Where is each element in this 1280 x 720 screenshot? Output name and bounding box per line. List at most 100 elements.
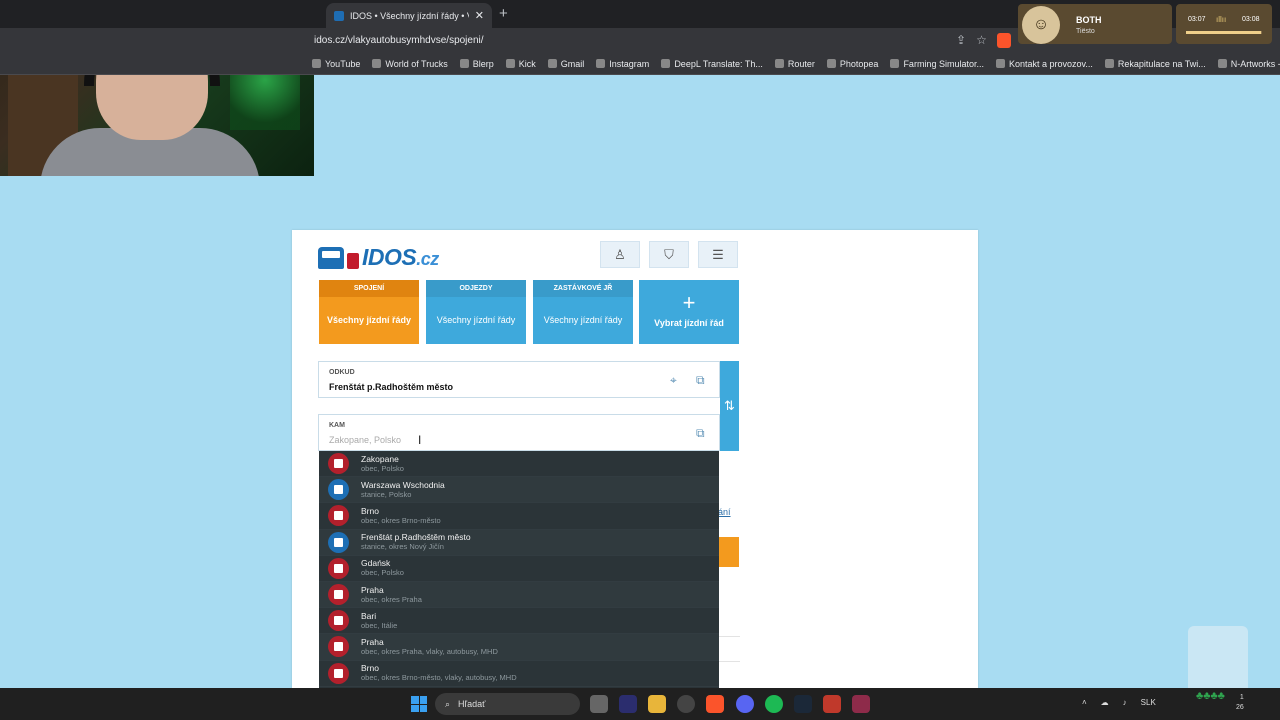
suggestion-item[interactable]: Frenštát p.Radhoštěm město stanice, okres… <box>319 529 719 556</box>
tile-body: Všechny jízdní řády <box>436 315 516 325</box>
bookmark-label: Gmail <box>560 58 585 69</box>
map-icon[interactable]: ⧉ <box>696 373 705 388</box>
bookmark-favicon-icon <box>890 59 900 68</box>
suggestion-text: Warszawa Wschodnia stanice, Polsko <box>361 480 445 500</box>
idos-favicon-icon <box>334 10 344 21</box>
menu-button[interactable]: ☰ <box>698 241 738 268</box>
mic-icon[interactable]: ♪ <box>1123 698 1127 707</box>
clock[interactable]: 1 26 <box>1236 693 1244 713</box>
idos-logo[interactable]: IDOS.cz <box>318 244 439 271</box>
swap-button[interactable]: ⇅ <box>720 361 739 451</box>
bookmark-item[interactable]: Instagram <box>596 59 649 69</box>
basket-icon: ⛉ <box>664 246 674 262</box>
search-placeholder: Hľadať <box>458 699 486 709</box>
city-icon <box>328 610 349 632</box>
suggestion-item[interactable]: Brno obec, okres Brno-město, vlaky, autob… <box>319 661 719 687</box>
city-icon <box>328 557 349 579</box>
suggestion-item[interactable]: Bari obec, Itálie <box>319 608 719 635</box>
suggestion-item[interactable]: Brno obec, okres Brno-město <box>319 503 719 530</box>
bookmark-item[interactable]: Rekapitulace na Twi... <box>1104 59 1206 69</box>
bookmark-favicon-icon <box>312 59 321 68</box>
brave-shield-icon[interactable] <box>996 33 1011 48</box>
bookmark-favicon-icon <box>826 59 836 68</box>
bookmark-item[interactable]: Kontakt a provozov... <box>995 59 1093 69</box>
voicemeeter-icon[interactable] <box>823 695 841 713</box>
tab-close-icon[interactable]: ✕ <box>475 9 484 22</box>
bookmark-item[interactable]: World of Trucks <box>372 59 448 69</box>
equalizer-icon: ıllıı <box>1216 15 1227 24</box>
tile-head: ODJEZDY <box>426 280 526 297</box>
share-icon[interactable]: ⇪ <box>956 33 966 48</box>
text-cursor-icon: I <box>418 433 422 447</box>
suggestion-item[interactable]: Warszawa Wschodnia stanice, Polsko <box>319 477 719 504</box>
bookmark-label: Instagram <box>609 58 650 69</box>
logo-bus-icon <box>347 252 359 269</box>
tile-spojeni[interactable]: SPOJENÍ Všechny jízdní řády <box>319 280 419 344</box>
destination-suggestions: Zakopane obec, Polsko Warszawa Wschodnia st… <box>319 451 719 688</box>
suggestion-name: Praha <box>361 636 384 647</box>
tile-odjezdy[interactable]: ODJEZDY Všechny jízdní řády <box>426 280 526 344</box>
address-bar-icons: ⇪ ☆ <box>956 33 1011 48</box>
tile-vybrat-jizdni-rad[interactable]: + Vybrat jízdní řád <box>639 280 739 344</box>
city-icon <box>328 636 349 658</box>
user-account-button[interactable]: ♙ <box>600 241 640 268</box>
bookmark-item[interactable]: YouTube <box>312 59 360 69</box>
from-field[interactable]: ODKUD Frenštát p.Radhoštěm město ⌖ ⧉ <box>318 361 720 398</box>
bookmark-item[interactable]: Blerp <box>459 58 494 69</box>
from-value[interactable]: Frenštát p.Radhoštěm město <box>329 382 453 392</box>
tile-zastavkove-jr[interactable]: ZASTÁVKOVÉ JŘ Všechny jízdní řády <box>533 280 633 344</box>
discord-icon[interactable] <box>736 695 754 713</box>
cloud-icon[interactable]: ☁ <box>1101 698 1109 707</box>
progress-fill <box>1186 31 1262 34</box>
windows-start-icon[interactable] <box>411 696 427 712</box>
suggestion-item[interactable]: Zakopane obec, Polsko <box>319 451 719 478</box>
bookmark-item[interactable]: Router <box>774 59 815 69</box>
search-button[interactable] <box>718 537 739 567</box>
locate-icon[interactable]: ⌖ <box>670 373 677 388</box>
bookmark-label: Blerp <box>472 58 494 69</box>
obs-icon[interactable] <box>677 695 695 713</box>
advanced-search-link[interactable]: ání <box>718 507 731 517</box>
browser-tab-idos[interactable]: IDOS • Všechny jízdní řády • Vyh ✕ <box>326 3 492 28</box>
steam-icon[interactable] <box>794 695 812 713</box>
to-field[interactable]: KAM Zakopane, Polsko ⧉ <box>318 414 720 451</box>
bookmark-star-icon[interactable]: ☆ <box>976 33 987 48</box>
to-placeholder[interactable]: Zakopane, Polsko <box>329 435 401 445</box>
suggestion-item[interactable]: Praha obec, okres Praha, vlaky, autobusy,… <box>319 634 719 661</box>
bookmark-item[interactable]: Gmail <box>547 58 585 69</box>
brave-browser-icon[interactable] <box>706 695 724 713</box>
url-text[interactable]: idos.cz/vlakyautobusymhdvse/spojeni/ <box>314 35 484 46</box>
bookmark-favicon-icon <box>995 59 1005 68</box>
suggestion-description: obec, Itálie <box>361 620 398 630</box>
map-icon[interactable]: ⧉ <box>696 426 705 441</box>
bookmark-item[interactable]: Kick <box>505 59 536 69</box>
progress-bar <box>1186 31 1262 34</box>
tile-body: Všechny jízdní řády <box>326 315 412 325</box>
language-indicator[interactable]: SLK <box>1141 698 1156 707</box>
app-icon[interactable] <box>619 695 637 713</box>
bookmark-item[interactable]: Farming Simulator... <box>890 59 984 69</box>
bookmark-item[interactable]: Photopea <box>826 59 878 69</box>
bookmark-favicon-icon <box>1104 59 1114 68</box>
suggestion-description: stanice, okres Nový Jičín <box>361 542 444 552</box>
tile-body: Vybrat jízdní řád <box>654 318 724 328</box>
suggestion-description: obec, Polsko <box>361 463 404 473</box>
suggestion-item[interactable]: Gdańsk obec, Polsko <box>319 556 719 582</box>
bookmark-item[interactable]: N-Artworks - PNG <box>1217 59 1280 69</box>
app-icon[interactable] <box>852 695 870 713</box>
bookmark-favicon-icon <box>547 59 557 68</box>
suggestion-item[interactable]: Praha obec, okres Praha <box>319 581 719 609</box>
basket-button[interactable]: ⛉ <box>649 241 689 268</box>
task-view-icon[interactable] <box>590 695 608 713</box>
clock-date: 26 <box>1236 704 1244 711</box>
bookmark-item[interactable]: DeepL Translate: Th... <box>661 59 763 69</box>
new-tab-button[interactable]: + <box>499 5 508 22</box>
taskbar-search[interactable]: ⌕ Hľadať <box>435 693 580 715</box>
bookmark-label: DeepL Translate: Th... <box>674 58 763 69</box>
hamburger-icon: ☰ <box>712 246 724 262</box>
file-explorer-icon[interactable] <box>648 695 666 713</box>
tile-body: Všechny jízdní řády <box>543 315 623 325</box>
spotify-icon[interactable] <box>765 695 783 713</box>
bookmark-favicon-icon <box>774 59 784 68</box>
chevron-up-icon[interactable]: ˄ <box>1082 698 1087 707</box>
